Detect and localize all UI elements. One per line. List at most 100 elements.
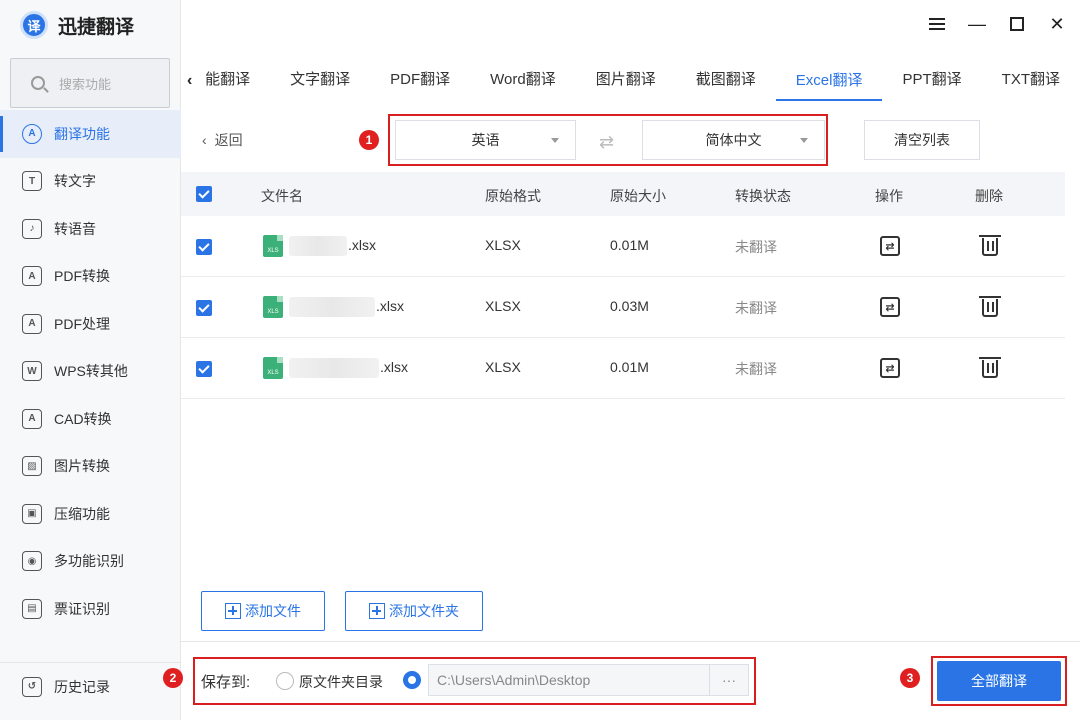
- column-header-action: 操作: [875, 188, 903, 204]
- caret-down-icon: [800, 138, 808, 143]
- file-status: 未翻译: [735, 239, 777, 255]
- sidebar-item-label: 压缩功能: [54, 505, 110, 522]
- sidebar-nav: A 翻译功能 T 转文字 ♪ 转语音 A PDF转换 A PDF处理 W WPS…: [0, 110, 181, 633]
- pdf-process-icon: A: [22, 313, 42, 334]
- sidebar-item-to-voice[interactable]: ♪ 转语音: [0, 205, 181, 253]
- select-all-checkbox[interactable]: [196, 186, 212, 202]
- row-checkbox[interactable]: [196, 239, 212, 255]
- row-checkbox[interactable]: [196, 361, 212, 377]
- filename-redacted: [289, 297, 375, 317]
- sidebar-item-pdf-process[interactable]: A PDF处理: [0, 300, 181, 348]
- text-icon: T: [22, 171, 42, 192]
- convert-action-icon[interactable]: ⇄: [880, 236, 900, 256]
- tab-scroll-left-icon[interactable]: ‹: [187, 72, 203, 90]
- tab-bar: ‹ 能翻译 文字翻译 PDF翻译 Word翻译 图片翻译 截图翻译 Excel翻…: [181, 60, 1080, 102]
- app-logo: 译 迅捷翻译: [20, 10, 134, 40]
- sidebar-item-translate[interactable]: A 翻译功能: [0, 110, 181, 158]
- convert-action-icon[interactable]: ⇄: [880, 358, 900, 378]
- file-name: .xlsx: [348, 237, 376, 253]
- back-button[interactable]: ‹ 返回: [202, 130, 243, 150]
- browse-button[interactable]: ···: [709, 664, 749, 696]
- wps-icon: W: [22, 361, 42, 382]
- sidebar-item-wps[interactable]: W WPS转其他: [0, 348, 181, 396]
- tab-text-translate[interactable]: 文字翻译: [270, 60, 370, 102]
- table-row: XLS .xlsx XLSX 0.01M 未翻译 ⇄: [181, 338, 1065, 399]
- add-folder-icon: [369, 603, 385, 619]
- tab-image-translate[interactable]: 图片翻译: [576, 60, 676, 102]
- tab-word-translate[interactable]: Word翻译: [470, 60, 576, 102]
- minimize-icon: —: [968, 13, 986, 34]
- trash-icon[interactable]: [979, 235, 1001, 256]
- trash-icon[interactable]: [979, 296, 1001, 317]
- add-folder-button[interactable]: 添加文件夹: [345, 591, 483, 631]
- row-checkbox[interactable]: [196, 300, 212, 316]
- translate-icon: A: [22, 123, 42, 144]
- history-icon: ↺: [22, 676, 42, 697]
- menu-button[interactable]: [928, 12, 946, 36]
- tab-txt-translate[interactable]: TXT翻译: [982, 60, 1080, 102]
- sidebar-item-label: PDF处理: [54, 315, 110, 332]
- trash-icon[interactable]: [979, 357, 1001, 378]
- eye-icon: ◉: [22, 551, 42, 572]
- maximize-button[interactable]: [1008, 12, 1026, 36]
- source-language-select[interactable]: 英语: [395, 120, 576, 160]
- window-controls: — ✕: [928, 12, 1066, 36]
- sidebar-item-cad[interactable]: A CAD转换: [0, 395, 181, 443]
- image-icon: ▨: [22, 456, 42, 477]
- search-placeholder: 搜索功能: [59, 76, 112, 92]
- file-format: XLSX: [485, 359, 521, 375]
- sidebar-item-compress[interactable]: ▣ 压缩功能: [0, 490, 181, 538]
- file-size: 0.01M: [610, 359, 649, 375]
- close-button[interactable]: ✕: [1048, 12, 1066, 36]
- step-marker-2: 2: [163, 668, 183, 688]
- tab-excel-translate[interactable]: Excel翻译: [775, 61, 883, 101]
- target-language-select[interactable]: 简体中文: [642, 120, 825, 160]
- radio-custom-folder[interactable]: [403, 671, 421, 689]
- radio-original-folder[interactable]: [276, 672, 294, 690]
- sidebar-item-to-text[interactable]: T 转文字: [0, 158, 181, 206]
- minimize-button[interactable]: —: [968, 12, 986, 36]
- clear-list-button[interactable]: 清空列表: [864, 120, 980, 160]
- maximize-icon: [1010, 17, 1024, 31]
- column-header-status: 转换状态: [735, 188, 791, 204]
- voice-icon: ♪: [22, 218, 42, 239]
- file-format: XLSX: [485, 237, 521, 253]
- sidebar-item-label: 历史记录: [54, 678, 110, 695]
- file-name: .xlsx: [380, 359, 408, 375]
- tab-screenshot-translate[interactable]: 截图翻译: [676, 60, 776, 102]
- search-icon: [31, 76, 45, 90]
- logo-icon: 译: [20, 11, 48, 39]
- add-folder-label: 添加文件夹: [389, 603, 459, 619]
- convert-action-icon[interactable]: ⇄: [880, 297, 900, 317]
- sidebar-item-label: 图片转换: [54, 458, 110, 475]
- sidebar: 译 迅捷翻译 搜索功能 A 翻译功能 T 转文字 ♪ 转语音 A PDF转换 A…: [0, 0, 181, 720]
- excel-file-icon: XLS: [263, 357, 283, 379]
- table-header: 文件名 原始格式 原始大小 转换状态 操作 删除: [181, 172, 1065, 216]
- search-input[interactable]: 搜索功能: [10, 58, 170, 108]
- tab-ppt-translate[interactable]: PPT翻译: [882, 60, 981, 102]
- file-status: 未翻译: [735, 361, 777, 377]
- pdf-convert-icon: A: [22, 266, 42, 287]
- compress-icon: ▣: [22, 503, 42, 524]
- sidebar-item-image[interactable]: ▨ 图片转换: [0, 443, 181, 491]
- sidebar-item-label: 转语音: [54, 220, 96, 237]
- sidebar-item-history[interactable]: ↺ 历史记录: [0, 662, 181, 710]
- swap-languages-icon[interactable]: ⇄: [599, 132, 614, 153]
- translate-all-button[interactable]: 全部翻译: [937, 661, 1061, 701]
- sidebar-item-recognize[interactable]: ◉ 多功能识别: [0, 538, 181, 586]
- sidebar-item-label: WPS转其他: [54, 363, 128, 380]
- file-name: .xlsx: [376, 298, 404, 314]
- add-file-button[interactable]: 添加文件: [201, 591, 325, 631]
- menu-icon: [929, 18, 945, 30]
- filename-redacted: [289, 236, 347, 256]
- tab-smart-translate[interactable]: 能翻译: [203, 60, 270, 102]
- step-marker-1: 1: [359, 130, 379, 150]
- column-header-format: 原始格式: [485, 188, 541, 204]
- sidebar-item-pdf-convert[interactable]: A PDF转换: [0, 253, 181, 301]
- sidebar-item-ticket[interactable]: ▤ 票证识别: [0, 585, 181, 633]
- sidebar-item-label: 多功能识别: [54, 553, 124, 570]
- column-header-filename: 文件名: [261, 188, 303, 204]
- tab-pdf-translate[interactable]: PDF翻译: [370, 60, 470, 102]
- table-row: XLS .xlsx XLSX 0.01M 未翻译 ⇄: [181, 216, 1065, 277]
- save-path-input[interactable]: C:\Users\Admin\Desktop: [428, 664, 710, 696]
